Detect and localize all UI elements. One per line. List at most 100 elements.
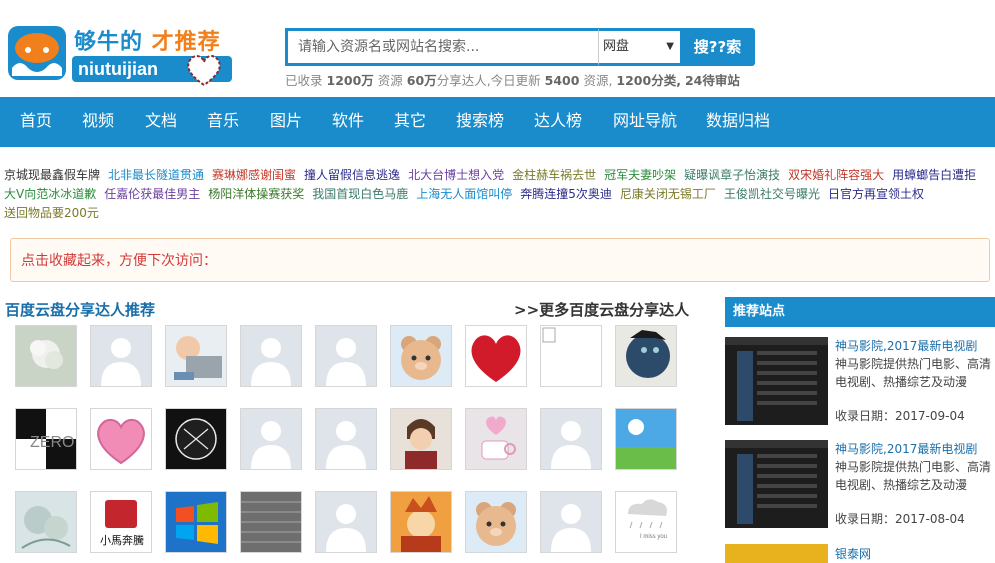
search-type-select[interactable]: 网盘 ▼ [598,28,680,66]
nav-item-home[interactable]: 首页 [20,97,52,147]
search-bar: 请输入资源名或网站名搜索... 网盘 ▼ 搜??索 [285,28,755,66]
sharer-avatar[interactable] [465,408,527,470]
sharer-avatar[interactable]: ZERO [15,408,77,470]
site-title-link[interactable]: 神马影院,2017最新电视剧 [835,440,977,457]
site-thumbnail[interactable] [725,440,828,528]
news-link[interactable]: 我国首现白色马鹿 [312,187,408,201]
sharer-avatar[interactable] [615,325,677,387]
site-thumbnail[interactable] [725,544,828,563]
sharer-avatar[interactable] [390,408,452,470]
avatar-image [466,409,526,469]
news-link[interactable]: 撞人留假信息逃逸 [304,168,400,182]
avatar-image [541,326,601,386]
sharer-avatar[interactable] [90,408,152,470]
news-link[interactable]: 北大台博士想入党 [408,168,504,182]
thumbnail-image [725,440,828,528]
avatar-image: ZERO [16,409,76,469]
thumbnail-image [725,337,828,425]
svg-text:I miss you: I miss you [640,534,667,540]
avatar-image [16,326,76,386]
site-logo[interactable]: 够牛的 才推荐 niutuijian [6,20,236,87]
avatar-image [91,409,151,469]
site-thumbnail[interactable] [725,337,828,425]
news-ticker: 京城现最鑫假车牌 北非最长隧道贯通 赛琳娜感谢闺蜜 撞人留假信息逃逸 北大台博士想入党金… [4,166,995,223]
sidebar-item[interactable]: 银泰网 [725,544,995,563]
sharer-avatar[interactable]: 小馬奔騰 [90,491,152,553]
chevron-down-icon: ▼ [666,41,674,52]
sidebar-heading: 推荐站点 [725,297,995,327]
sharer-avatar[interactable] [315,491,377,553]
sidebar-item[interactable]: 神马影院,2017最新电视剧 神马影院提供热门电影、高清电视剧、热播综艺及动漫 … [725,440,995,532]
sharer-avatar[interactable] [465,491,527,553]
sharer-avatar[interactable] [165,408,227,470]
news-link[interactable]: 送回物品要200元 [4,206,99,220]
site-title-link[interactable]: 神马影院,2017最新电视剧 [835,337,977,354]
news-link[interactable]: 双宋婚礼阵容强大 [788,168,884,182]
news-link[interactable]: 尼康关闭无锡工厂 [620,187,716,201]
nav-item-archive[interactable]: 数据归档 [706,97,770,147]
avatar-image: 小馬奔騰 [91,492,151,552]
sharer-avatar[interactable] [540,325,602,387]
news-link[interactable]: 疑曝讽章子怡演技 [684,168,780,182]
sharer-avatar[interactable] [465,325,527,387]
sharer-avatar[interactable] [315,408,377,470]
search-button[interactable]: 搜??索 [680,28,755,66]
sharer-avatar[interactable] [390,491,452,553]
news-link[interactable]: 任嘉伦获最佳男主 [104,187,200,201]
sharer-avatar[interactable] [615,408,677,470]
news-link[interactable]: 上海无人面馆叫停 [416,187,512,201]
avatar-image [16,492,76,552]
site-title-link[interactable]: 银泰网 [835,545,871,562]
avatar-image [316,492,376,552]
sharer-avatar[interactable] [540,408,602,470]
news-link[interactable]: 冠军夫妻吵架 [604,168,676,182]
sharer-avatar[interactable] [90,325,152,387]
news-link[interactable]: 奔腾连撞5次奥迪 [520,187,612,201]
sharer-avatar[interactable] [15,325,77,387]
news-link[interactable]: 日官方再宣领土权 [828,187,924,201]
news-link[interactable]: 金柱赫车祸去世 [512,168,596,182]
nav-item-docs[interactable]: 文档 [145,97,177,147]
nav-item-search-rank[interactable]: 搜索榜 [456,97,504,147]
search-type-value: 网盘 [603,39,630,54]
sidebar-item[interactable]: 神马影院,2017最新电视剧 神马影院提供热门电影、高清电视剧、热播综艺及动漫 … [725,337,995,429]
site-date: 收录日期：2017-09-04 [835,409,965,423]
sharer-avatar[interactable] [240,325,302,387]
news-link[interactable]: 用蟑螂告白遭拒 [892,168,976,182]
avatar-image [166,492,226,552]
news-link[interactable]: 杨阳洋体操赛获奖 [208,187,304,201]
heart-icon [187,55,221,87]
news-link[interactable]: 北非最长隧道贯通 [108,168,204,182]
nav-item-images[interactable]: 图片 [270,97,302,147]
nav-item-directory[interactable]: 网址导航 [613,97,677,147]
news-link[interactable]: 赛琳娜感谢闺蜜 [212,168,296,182]
sharer-avatar[interactable] [15,491,77,553]
sharer-avatar[interactable] [315,325,377,387]
news-link[interactable]: 王俊凯社交号曝光 [724,187,820,201]
site-date: 收录日期：2017-08-04 [835,512,965,526]
nav-item-other[interactable]: 其它 [394,97,426,147]
nav-item-software[interactable]: 软件 [332,97,364,147]
sharer-avatar[interactable]: I miss you [615,491,677,553]
avatar-image [391,492,451,552]
sharer-avatar[interactable] [240,491,302,553]
nav-item-video[interactable]: 视频 [82,97,114,147]
avatar-image [166,409,226,469]
sharer-avatar[interactable] [165,325,227,387]
sharer-avatar[interactable] [390,325,452,387]
news-link[interactable]: 京城现最鑫假车牌 [4,168,100,182]
avatar-image [541,492,601,552]
sharer-avatar[interactable] [240,408,302,470]
news-link[interactable]: 大V向范冰冰道歉 [4,187,96,201]
more-sharers-link[interactable]: >>更多百度云盘分享达人 [514,299,689,320]
avatar-image [466,326,526,386]
sharer-avatar[interactable] [165,491,227,553]
avatar-image [166,326,226,386]
nav-item-music[interactable]: 音乐 [207,97,239,147]
nav-item-sharer-rank[interactable]: 达人榜 [534,97,582,147]
avatar-image [616,326,676,386]
site-description: 神马影院提供热门电影、高清电视剧、热播综艺及动漫 [835,357,992,389]
section-title: 百度云盘分享达人推荐 [5,301,156,319]
search-input[interactable]: 请输入资源名或网站名搜索... [285,28,598,66]
sharer-avatar[interactable] [540,491,602,553]
